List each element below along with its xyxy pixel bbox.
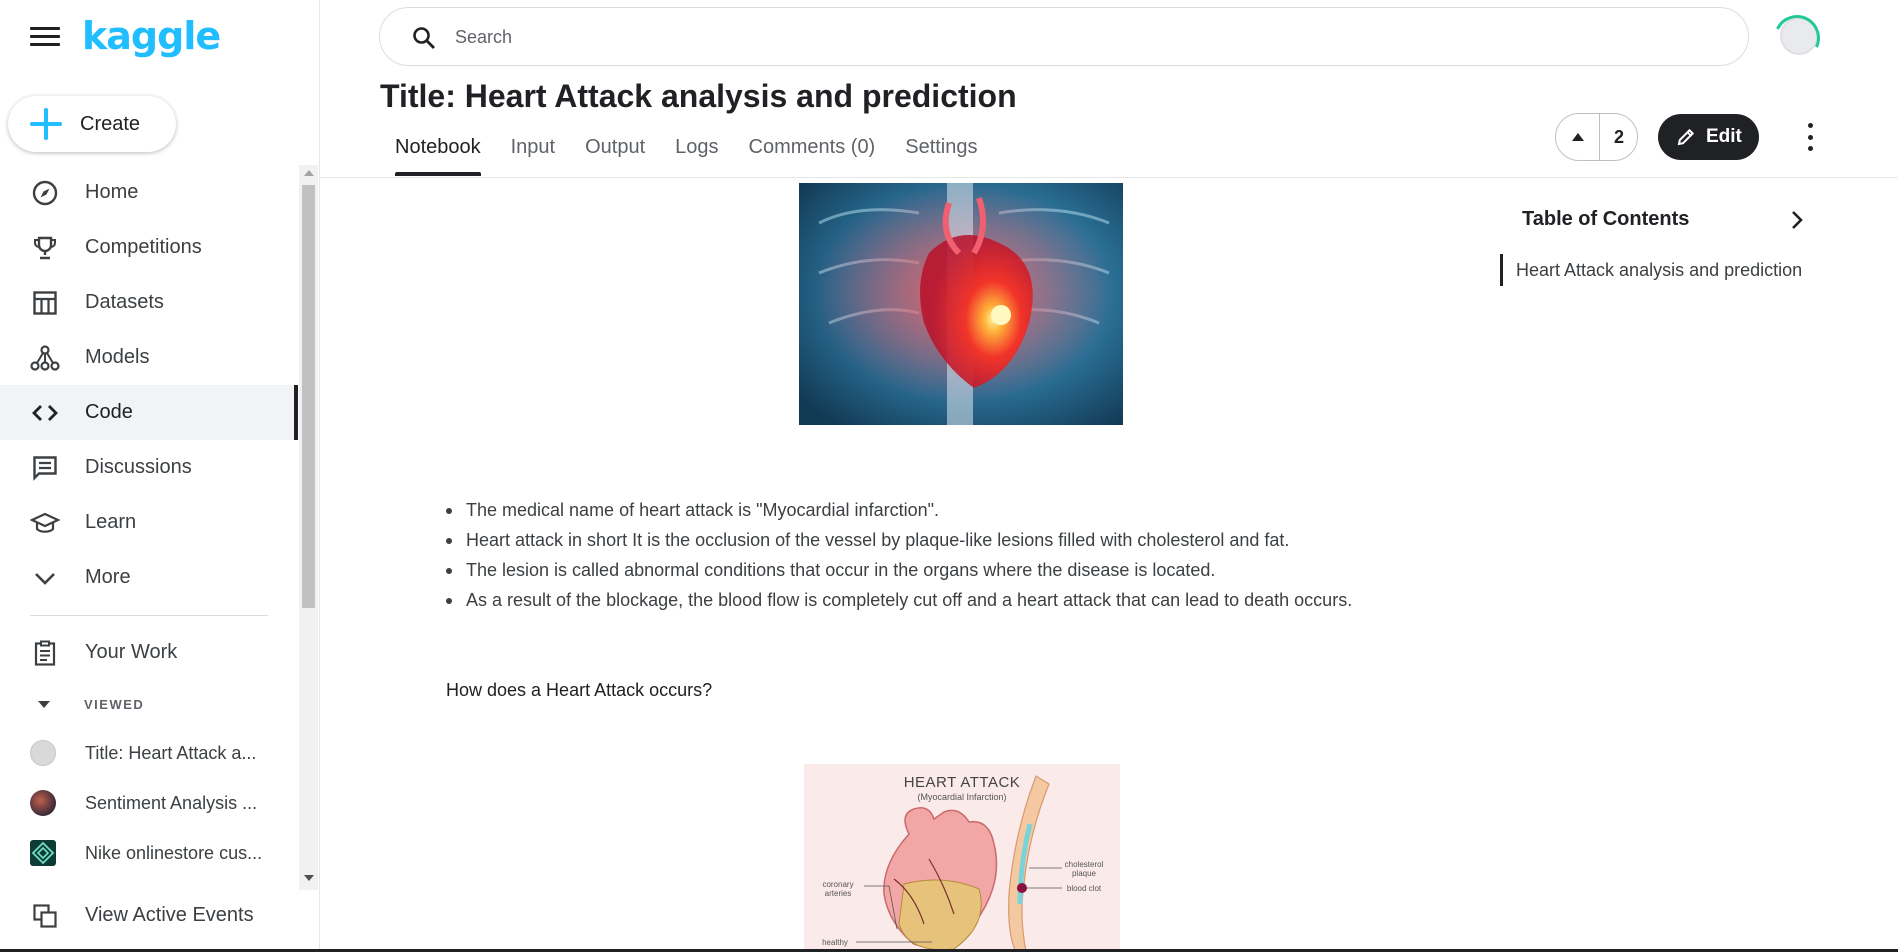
list-item: As a result of the blockage, the blood f… (442, 585, 1352, 615)
coronary-arteries-label: coronary arteries (822, 880, 854, 898)
notebook-tabs: Notebook Input Output Logs Comments (0) … (380, 128, 993, 178)
graduation-cap-icon (30, 508, 60, 538)
sidebar-item-label: Discussions (85, 456, 192, 478)
events-icon (30, 901, 60, 931)
sidebar-item-home[interactable]: Home (0, 165, 298, 220)
sidebar-item-models[interactable]: Models (0, 330, 298, 385)
tab-settings[interactable]: Settings (890, 128, 992, 176)
sidebar-nav: Home Competitions Datasets Models Code D… (0, 165, 318, 890)
sidebar-item-label: Competitions (85, 236, 202, 258)
blood-clot-label: blood clot (1066, 884, 1102, 893)
sidebar-item-competitions[interactable]: Competitions (0, 220, 298, 275)
notebook-content: The medical name of heart attack is "Myo… (320, 178, 1898, 952)
sidebar-item-label: More (85, 566, 131, 588)
sidebar-divider (30, 615, 268, 616)
notebook-thumbnail (30, 740, 56, 766)
create-button[interactable]: Create (8, 96, 176, 152)
scroll-down-arrow-icon[interactable] (304, 875, 314, 881)
list-item: Heart attack in short It is the occlusio… (442, 525, 1352, 555)
sidebar-item-label: Code (85, 401, 133, 423)
view-active-events-link[interactable]: View Active Events (0, 888, 318, 943)
view-active-events-label: View Active Events (85, 904, 254, 926)
viewed-heading: VIEWED (84, 696, 145, 712)
tab-output[interactable]: Output (570, 128, 660, 176)
list-item: The medical name of heart attack is "Myo… (442, 495, 1352, 525)
recent-item-heart-attack[interactable]: Title: Heart Attack a... (0, 728, 298, 778)
recent-item-label: Nike onlinestore cus... (85, 842, 263, 863)
info-bullet-list: The medical name of heart attack is "Myo… (442, 495, 1352, 615)
viewed-section-toggle[interactable]: VIEWED (0, 684, 298, 724)
clipboard-icon (30, 638, 60, 668)
section-question: How does a Heart Attack occurs? (446, 680, 713, 700)
table-icon (30, 288, 60, 318)
recent-item-label: Sentiment Analysis ... (85, 792, 258, 813)
heart-attack-diagram: HEART ATTACK (Myocardial Infarction) cor… (804, 764, 1120, 952)
notebook-title: Title: Heart Attack analysis and predict… (380, 78, 1017, 114)
cholesterol-plaque-label: cholesterol plaque (1064, 860, 1104, 878)
sidebar-item-label: Models (85, 346, 150, 368)
caret-down-icon (38, 700, 50, 708)
scroll-up-arrow-icon[interactable] (304, 170, 314, 176)
compass-icon (30, 178, 60, 208)
notebook-thumbnail (30, 790, 56, 816)
search-bar[interactable] (379, 7, 1749, 66)
sidebar-item-learn[interactable]: Learn (0, 495, 298, 550)
sidebar: kaggle Create Home Competitions Datasets (0, 0, 320, 952)
plus-icon (30, 108, 62, 140)
sidebar-item-more[interactable]: More (0, 550, 298, 605)
recent-item-label: Title: Heart Attack a... (85, 742, 257, 763)
sidebar-item-label: Learn (85, 511, 137, 533)
menu-icon[interactable] (30, 27, 60, 49)
vote-widget: 2 (1555, 113, 1638, 161)
models-icon (30, 343, 60, 373)
recent-item-nike[interactable]: Nike onlinestore cus... (0, 828, 298, 878)
sidebar-item-label: Home (85, 181, 139, 203)
vote-count: 2 (1613, 126, 1624, 147)
discussion-icon (30, 453, 60, 483)
tab-logs[interactable]: Logs (660, 128, 733, 176)
toc-title: Table of Contents (1522, 208, 1690, 230)
chevron-down-icon (30, 563, 60, 593)
sidebar-scrollbar-thumb[interactable] (302, 185, 315, 608)
tab-notebook[interactable]: Notebook (380, 128, 496, 176)
search-input[interactable] (455, 22, 1655, 52)
chevron-right-icon[interactable] (1785, 208, 1809, 232)
more-options-icon[interactable] (1800, 123, 1820, 151)
sidebar-item-code[interactable]: Code (0, 385, 298, 440)
sidebar-item-label: Your Work (85, 641, 178, 663)
sidebar-item-discussions[interactable]: Discussions (0, 440, 298, 495)
edit-label: Edit (1706, 126, 1742, 147)
pencil-icon (1676, 127, 1696, 147)
tab-input[interactable]: Input (496, 128, 570, 176)
edit-button[interactable]: Edit (1658, 114, 1759, 160)
heart-xray-image (799, 183, 1123, 425)
sidebar-item-datasets[interactable]: Datasets (0, 275, 298, 330)
recent-item-sentiment[interactable]: Sentiment Analysis ... (0, 778, 298, 828)
upvote-button[interactable] (1556, 114, 1600, 160)
kaggle-logo[interactable]: kaggle (82, 14, 221, 58)
dataset-thumbnail (30, 840, 56, 866)
sidebar-item-your-work[interactable]: Your Work (0, 625, 298, 680)
list-item: The lesion is called abnormal conditions… (442, 555, 1352, 585)
sidebar-item-label: Datasets (85, 291, 164, 313)
trophy-icon (30, 233, 60, 263)
caret-up-icon (1571, 133, 1584, 141)
search-icon (412, 26, 436, 50)
create-label: Create (80, 112, 141, 135)
tab-comments[interactable]: Comments (0) (734, 128, 891, 176)
user-avatar[interactable] (1780, 17, 1818, 55)
healthy-label: healthy (822, 938, 848, 947)
code-icon (30, 398, 60, 428)
toc-item[interactable]: Heart Attack analysis and prediction (1500, 254, 1802, 286)
